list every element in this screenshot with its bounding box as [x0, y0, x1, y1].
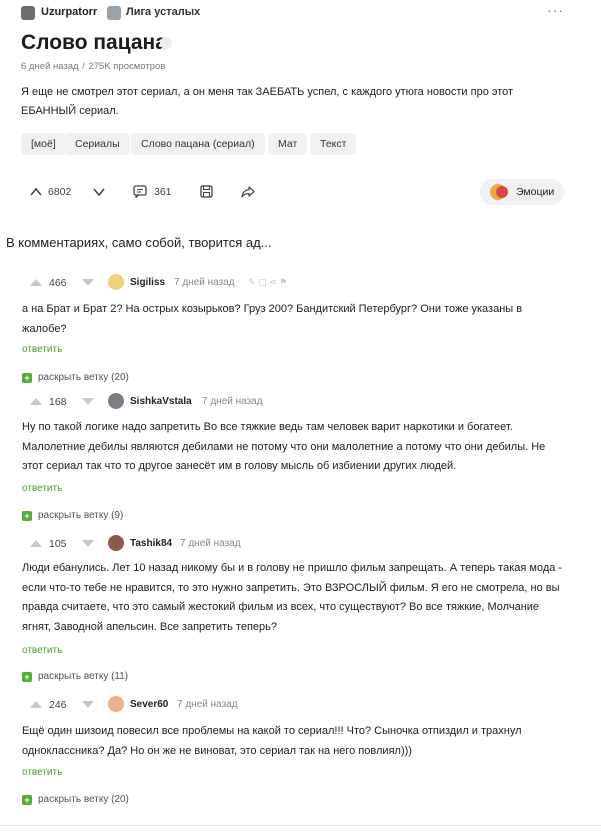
save-title-icon[interactable]	[160, 37, 172, 49]
plus-icon: +	[22, 511, 32, 521]
comment-text: Люди ебанулись. Лет 10 назад никому бы и…	[22, 562, 563, 633]
comment-text: а на Брат и Брат 2? На острых козырьков?…	[22, 303, 523, 335]
author-name[interactable]: Uzurpatorr	[41, 6, 97, 18]
comment-rating: 246	[49, 699, 67, 711]
comment-upvote-icon[interactable]	[30, 279, 42, 286]
comment-downvote-icon[interactable]	[82, 540, 94, 547]
meta-separator: /	[82, 61, 85, 72]
comment-rating: 168	[49, 396, 67, 408]
tag-tekst[interactable]: Текст	[310, 133, 357, 155]
comment-reply-link[interactable]: ответить	[22, 767, 62, 778]
author-avatar[interactable]	[21, 6, 35, 20]
emotions-label: Эмоции	[516, 186, 555, 198]
share-icon[interactable]	[241, 186, 255, 198]
comment-reply-link[interactable]: ответить	[22, 483, 62, 494]
tag-serialy[interactable]: Сериалы	[65, 133, 130, 155]
plus-icon: +	[22, 795, 32, 805]
bottom-divider	[0, 825, 601, 826]
expand-thread-button[interactable]: + раскрыть ветку (20)	[22, 372, 129, 383]
save-icon[interactable]	[200, 185, 213, 198]
more-options-icon[interactable]: ···	[547, 2, 564, 18]
comment-reply-link[interactable]: ответить	[22, 344, 62, 355]
comments-count[interactable]: 361	[154, 179, 172, 205]
expand-thread-button[interactable]: + раскрыть ветку (20)	[22, 794, 129, 805]
comment-avatar[interactable]	[108, 393, 124, 409]
upvote-icon[interactable]	[30, 187, 42, 196]
expand-thread-button[interactable]: + раскрыть ветку (9)	[22, 510, 123, 521]
comment-upvote-icon[interactable]	[30, 398, 42, 405]
tag-mat[interactable]: Мат	[268, 133, 308, 155]
comment-rating: 105	[49, 538, 67, 550]
post-actions: 6802 361 Эмоции	[0, 179, 601, 205]
post-title[interactable]: Слово пацана	[21, 31, 167, 55]
comment-user[interactable]: Sigiliss	[130, 277, 165, 288]
expand-thread-label: раскрыть ветку (20)	[38, 794, 129, 805]
tag-moe[interactable]: [моё]	[21, 133, 66, 155]
expand-thread-label: раскрыть ветку (11)	[38, 671, 129, 682]
caption-text: В комментариях, само собой, творится ад.…	[6, 235, 272, 250]
comment-avatar[interactable]	[108, 696, 124, 712]
post-rating: 6802	[48, 186, 72, 198]
comment-user[interactable]: SishkaVstala	[130, 396, 192, 407]
comment-time[interactable]: 7 дней назад	[174, 277, 235, 288]
expand-thread-label: раскрыть ветку (9)	[38, 510, 124, 521]
comment-avatar[interactable]	[108, 274, 124, 290]
post-meta: 6 дней назад / 275K просмотров	[21, 61, 165, 72]
plus-icon: +	[22, 373, 32, 383]
comment-tools-icons[interactable]: ✎ ▢ ⋖ ⚑	[248, 277, 287, 288]
emoji-secondary-icon	[496, 186, 508, 198]
emotions-button[interactable]: Эмоции	[480, 179, 564, 205]
tag-slovo-patsana[interactable]: Слово пацана (сериал)	[131, 133, 265, 155]
comment-user[interactable]: Sever60	[130, 699, 168, 710]
comment-text: Ну по такой логике надо запретить Во все…	[22, 421, 546, 472]
comment-user[interactable]: Tashik84	[130, 538, 172, 549]
comment-avatar[interactable]	[108, 535, 124, 551]
community-name[interactable]: Лига усталых	[126, 6, 200, 18]
post-body: Я еще не смотрел этот сериал, а он меня …	[21, 86, 514, 117]
comment-rating: 466	[49, 277, 67, 289]
comment-downvote-icon[interactable]	[82, 398, 94, 405]
comment-text: Ещё один шизоид повесил все проблемы на …	[22, 725, 522, 757]
comments-icon[interactable]	[133, 185, 147, 198]
comment-upvote-icon[interactable]	[30, 540, 42, 547]
comment-time[interactable]: 7 дней назад	[180, 538, 241, 549]
downvote-icon[interactable]	[93, 188, 105, 197]
comment-reply-link[interactable]: ответить	[22, 645, 62, 656]
expand-thread-label: раскрыть ветку (20)	[38, 372, 129, 383]
comment-downvote-icon[interactable]	[82, 701, 94, 708]
post-time: 6 дней назад	[21, 61, 79, 72]
comment-upvote-icon[interactable]	[30, 701, 42, 708]
comment-time[interactable]: 7 дней назад	[202, 396, 263, 407]
plus-icon: +	[22, 672, 32, 682]
comment-downvote-icon[interactable]	[82, 279, 94, 286]
expand-thread-button[interactable]: + раскрыть ветку (11)	[22, 671, 128, 682]
post-views: 275K просмотров	[88, 61, 166, 72]
comment-time[interactable]: 7 дней назад	[177, 699, 238, 710]
community-avatar[interactable]	[107, 6, 121, 20]
